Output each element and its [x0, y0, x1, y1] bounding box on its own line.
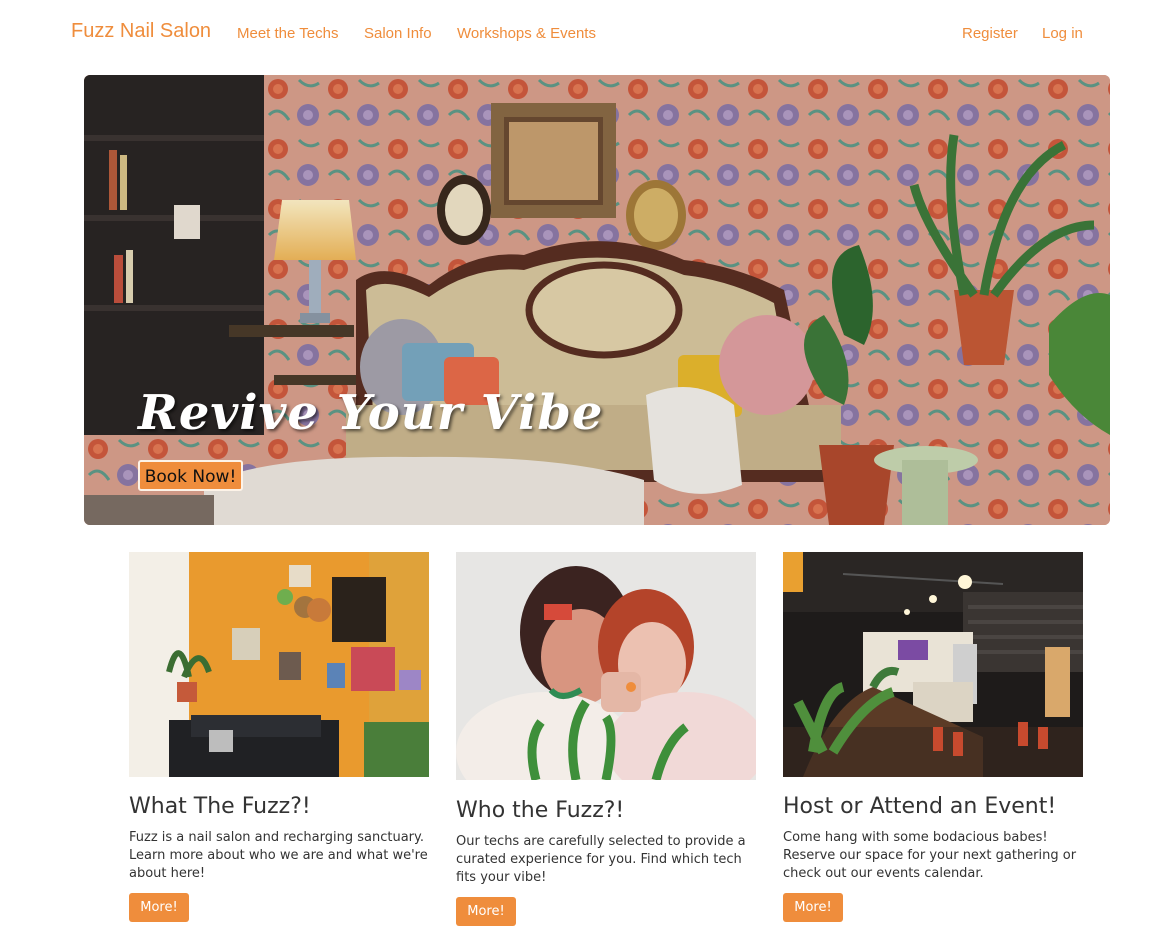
nav-link-workshops-events[interactable]: Workshops & Events	[457, 25, 596, 42]
more-button[interactable]: More!	[783, 893, 843, 922]
card-image-event-space	[783, 552, 1083, 777]
hero-carousel: Revive Your Vibe Book Now!	[84, 75, 1110, 525]
nav-link-meet-the-techs[interactable]: Meet the Techs	[237, 25, 338, 42]
card-title: Who the Fuzz?!	[456, 798, 625, 823]
register-link[interactable]: Register	[962, 25, 1018, 42]
more-button[interactable]: More!	[129, 893, 189, 922]
brand-link[interactable]: Fuzz Nail Salon	[71, 20, 211, 43]
card-host-event: Host or Attend an Event! Come hang with …	[783, 552, 1083, 922]
card-text: Come hang with some bodacious babes! Res…	[783, 830, 1077, 881]
hero-title: Revive Your Vibe	[138, 385, 604, 441]
more-button[interactable]: More!	[456, 897, 516, 926]
card-who-the-fuzz: Who the Fuzz?! Our techs are carefully s…	[456, 552, 756, 926]
card-title: What The Fuzz?!	[129, 794, 311, 819]
book-now-button[interactable]: Book Now!	[138, 460, 243, 491]
card-image-salon-lounge	[129, 552, 429, 777]
nav-link-salon-info[interactable]: Salon Info	[364, 25, 432, 42]
navbar: Fuzz Nail Salon Meet the Techs Salon Inf…	[0, 0, 1162, 68]
card-image-techs	[456, 552, 756, 780]
card-text: Fuzz is a nail salon and recharging sanc…	[129, 830, 428, 881]
card-title: Host or Attend an Event!	[783, 794, 1057, 819]
card-what-the-fuzz: What The Fuzz?! Fuzz is a nail salon and…	[129, 552, 429, 922]
card-text: Our techs are carefully selected to prov…	[456, 834, 746, 885]
hero-image	[84, 75, 1110, 525]
login-link[interactable]: Log in	[1042, 25, 1083, 42]
